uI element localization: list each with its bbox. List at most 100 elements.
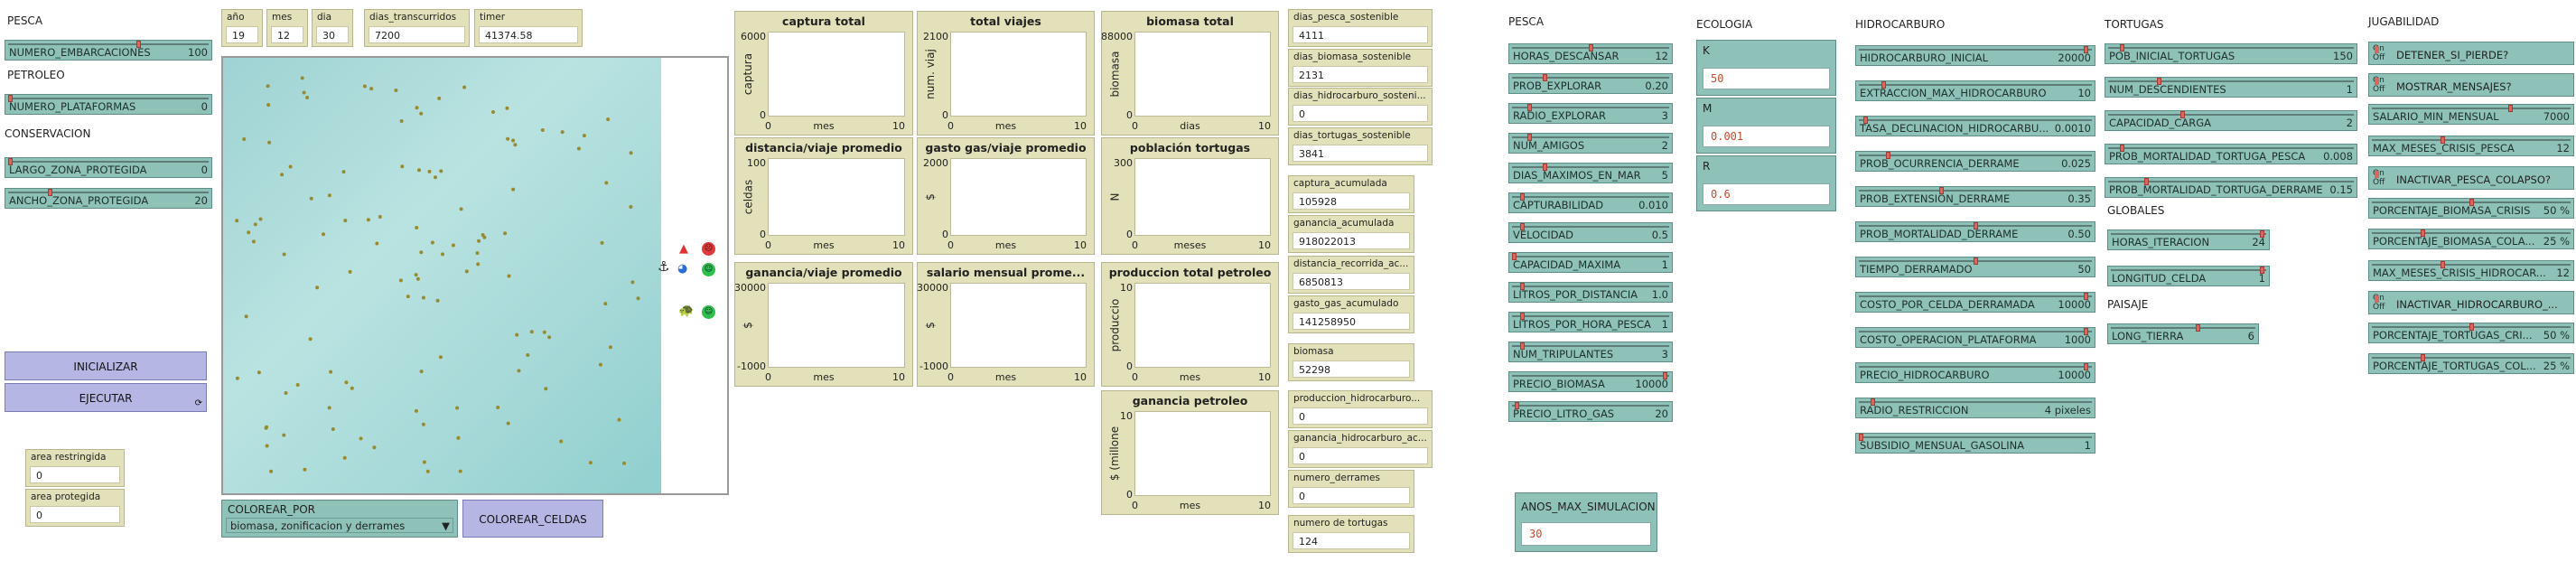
slider-num-tripulantes[interactable]: NUM_TRIPULANTES 3	[1508, 342, 1673, 362]
slider-thumb[interactable]	[1974, 257, 1978, 265]
slider-thumb[interactable]	[2508, 105, 2514, 112]
slider-label: POB_INICIAL_TORTUGAS	[2109, 50, 2235, 62]
slider-capturabilidad[interactable]: CAPTURABILIDAD 0.010	[1508, 192, 1673, 213]
slider-porcentaje-biomasa-cola[interactable]: PORCENTAJE_BIOMASA_COLA... 25 %	[2368, 229, 2574, 249]
slider-largo-zona-protegida[interactable]: LARGO_ZONA_PROTEGIDA 0	[5, 157, 212, 178]
boat-agent	[515, 332, 519, 337]
plot-gasto-gas-viaje-promedio[interactable]: gasto gas/viaje promedio 2000 0 $0 mes 10	[917, 137, 1095, 255]
monitor-value: 52298	[1293, 360, 1410, 378]
slider-value: 25 %	[2543, 360, 2570, 372]
slider-track	[1512, 166, 1669, 168]
input-m[interactable]: M 0.001	[1696, 98, 1836, 154]
plot-title: captura total	[782, 14, 865, 28]
slider-ancho-zona-protegida[interactable]: ANCHO_ZONA_PROTEGIDA 20	[5, 188, 212, 209]
boat-agent	[305, 96, 310, 99]
slider-porcentaje-tortugas-cri[interactable]: PORCENTAJE_TORTUGAS_CRI... 50 %	[2368, 322, 2574, 343]
slider-horas-iteracion[interactable]: HORAS_ITERACION 24	[2107, 229, 2270, 250]
slider-tiempo-derramado[interactable]: TIEMPO_DERRAMADO 50	[1855, 257, 2095, 277]
slider-prob-explorar[interactable]: PROB_EXPLORAR 0.20	[1508, 73, 1673, 94]
switch-knob[interactable]	[2375, 295, 2379, 303]
plot-captura-total[interactable]: captura total 6000 0 captura 0 mes 10	[734, 11, 913, 136]
monitor-label: timer	[480, 12, 506, 23]
slider-litros-por-hora-pesca[interactable]: LITROS_POR_HORA_PESCA 1	[1508, 312, 1673, 332]
slider-capacidad-carga[interactable]: CAPACIDAD_CARGA 2	[2105, 110, 2357, 131]
plot-ganancia-petroleo[interactable]: ganancia petroleo 10 0 $ (millone 0 mes 10	[1101, 390, 1279, 515]
slider-thumb[interactable]	[2195, 324, 2200, 332]
monitor-value: 3841	[1293, 145, 1428, 162]
plot-ganancia-viaje-promedio[interactable]: ganancia/viaje promedio 30000 -1000 $0 mes 10	[734, 262, 913, 387]
section-paisaje: PAISAJE	[2107, 298, 2149, 311]
slider-long-tierra[interactable]: LONG_TIERRA 6	[2107, 323, 2259, 344]
slider-porcentaje-biomasa-crisis[interactable]: PORCENTAJE_BIOMASA_CRISIS 50 %	[2368, 197, 2574, 219]
boat-agent	[600, 240, 604, 245]
input-value[interactable]: 50	[1703, 68, 1830, 89]
slider-max-meses-crisis-hidrocar[interactable]: MAX_MESES_CRISIS_HIDROCAR... 12	[2368, 259, 2574, 281]
slider-extraccion-max-hidrocarburo[interactable]: EXTRACCION_MAX_HIDROCARBURO 10	[1855, 80, 2095, 101]
boat-agent	[322, 232, 325, 237]
switch-knob[interactable]	[2375, 171, 2379, 178]
slider-precio-hidrocarburo[interactable]: PRECIO_HIDROCARBURO 10000	[1855, 362, 2095, 383]
plot-poblaci-n-tortugas[interactable]: población tortugas 300 0 N 0 meses 10	[1101, 137, 1279, 255]
slider-num-amigos[interactable]: NUM_AMIGOS 2	[1508, 133, 1673, 154]
boat-agent	[398, 278, 403, 283]
slider-precio-litro-gas[interactable]: PRECIO_LITRO_GAS 20	[1508, 401, 1673, 422]
slider-longitud-celda[interactable]: LONGITUD_CELDA 1	[2107, 266, 2270, 286]
slider-porcentaje-tortugas-col[interactable]: PORCENTAJE_TORTUGAS_COL... 25 %	[2368, 353, 2574, 374]
slider-capacidad-maxima[interactable]: CAPACIDAD_MAXIMA 1	[1508, 252, 1673, 273]
slider-tasa-declinacion-hidrocarbu[interactable]: TASA_DECLINACION_HIDROCARBU... 0.0010	[1855, 116, 2095, 136]
slider-pob-inicial-tortugas[interactable]: POB_INICIAL_TORTUGAS 150	[2105, 43, 2357, 64]
slider-numero-embarcaciones[interactable]: NUMERO_EMBARCACIONES 100	[5, 40, 212, 61]
slider-numero-plataformas[interactable]: NUMERO_PLATAFORMAS 0	[5, 94, 212, 115]
switch-knob[interactable]	[2375, 77, 2379, 85]
colorear-por-chooser[interactable]: COLOREAR_POR biomasa, zonificacion y der…	[221, 500, 458, 538]
world-view[interactable]: ⚓ ▲ ☹ ◕ ☺ 🐢 ☺	[221, 56, 729, 495]
sad-face-icon: ☹	[702, 242, 715, 256]
slider-radio-restriccion[interactable]: RADIO_RESTRICCION 4 pixeles	[1855, 398, 2095, 418]
slider-num-descendientes[interactable]: NUM_DESCENDIENTES 1	[2105, 77, 2357, 98]
slider-radio-explorar[interactable]: RADIO_EXPLORAR 3	[1508, 103, 1673, 124]
slider-prob-mortalidad-tortuga-pesca[interactable]: PROB_MORTALIDAD_TORTUGA_PESCA 0.008	[2105, 144, 2357, 164]
input-value[interactable]: 0.001	[1703, 126, 1830, 147]
ejecutar-button[interactable]: EJECUTAR ⟳	[5, 383, 207, 412]
slider-value: 12	[2556, 266, 2570, 279]
boat-agent	[576, 146, 581, 151]
slider-salario-min-mensual[interactable]: SALARIO_MIN_MENSUAL 7000	[2368, 104, 2574, 125]
slider-track	[1859, 154, 2092, 156]
colorear-celdas-button[interactable]: COLOREAR_CELDAS	[462, 500, 603, 538]
plot-biomasa-total[interactable]: biomasa total 88000 0 biomasa 0 dias 10	[1101, 11, 1279, 136]
slider-track	[1512, 226, 1669, 228]
slider-prob-mortalidad-tortuga-derrame[interactable]: PROB_MORTALIDAD_TORTUGA_DERRAME 0.15	[2105, 177, 2357, 198]
input-k[interactable]: K 50	[1696, 40, 1836, 96]
boat-agent	[400, 164, 405, 169]
slider-prob-ocurrencia-derrame[interactable]: PROB_OCURRENCIA_DERRAME 0.025	[1855, 151, 2095, 172]
boat-agent	[559, 439, 564, 444]
slider-litros-por-distancia[interactable]: LITROS_POR_DISTANCIA 1.0	[1508, 282, 1673, 303]
plot-total-viajes[interactable]: total viajes 2100 0 num. viaj 0 mes 10	[917, 11, 1095, 136]
inicializar-button[interactable]: INICIALIZAR	[5, 351, 207, 380]
input-value[interactable]: 0.6	[1703, 183, 1830, 205]
slider-max-meses-crisis-pesca[interactable]: MAX_MESES_CRISIS_PESCA 12	[2368, 135, 2574, 156]
slider-prob-mortalidad-derrame[interactable]: PROB_MORTALIDAD_DERRAME 0.50	[1855, 221, 2095, 242]
slider-subsidio-mensual-gasolina[interactable]: SUBSIDIO_MENSUAL_GASOLINA 1	[1855, 433, 2095, 454]
plot-salario-mensual-prome[interactable]: salario mensual prome... 30000 -1000 $0 mes 1…	[917, 262, 1095, 387]
plot-distancia-viaje-promedio[interactable]: distancia/viaje promedio 100 0 celdas 0 mes 10	[734, 137, 913, 255]
chevron-down-icon: ▼	[442, 520, 450, 532]
slider-precio-biomasa[interactable]: PRECIO_BIOMASA 10000	[1508, 371, 1673, 392]
plot-xmax: 10	[1258, 371, 1271, 383]
slider-horas-descansar[interactable]: HORAS_DESCANSAR 12	[1508, 43, 1673, 64]
slider-costo-por-celda-derramada[interactable]: COSTO_POR_CELDA_DERRAMADA 10000	[1855, 292, 2095, 313]
input-r[interactable]: R 0.6	[1696, 155, 1836, 211]
slider-hidrocarburo-inicial[interactable]: HIDROCARBURO_INICIAL 20000	[1855, 45, 2095, 66]
slider-costo-operacion-plataforma[interactable]: COSTO_OPERACION_PLATAFORMA 1000	[1855, 327, 2095, 348]
switch-knob[interactable]	[2375, 46, 2379, 53]
slider-velocidad[interactable]: VELOCIDAD 0.5	[1508, 222, 1673, 243]
switch-inactivar-pesca-colapso[interactable]: OnOffINACTIVAR_PESCA_COLAPSO?	[2368, 166, 2574, 190]
switch-inactivar-hidrocarburo[interactable]: OnOffINACTIVAR_HIDROCARBURO_...	[2368, 291, 2574, 314]
switch-mostrar-mensajes[interactable]: OnOffMOSTRAR_MENSAJES?	[2368, 72, 2574, 97]
boat-agent	[464, 269, 469, 274]
anos-max-simulacion-input[interactable]: ANOS_MAX_SIMULACION 30	[1515, 492, 1657, 552]
slider-dias-maximos-en-mar[interactable]: DIAS_MAXIMOS_EN_MAR 5	[1508, 163, 1673, 183]
switch-detener-si-pierde[interactable]: OnOffDETENER_SI_PIERDE?	[2368, 42, 2574, 65]
slider-prob-extension-derrame[interactable]: PROB_EXTENSION_DERRAME 0.35	[1855, 186, 2095, 207]
plot-produccion-total-petroleo[interactable]: produccion total petroleo 10 0 produccio 0 me…	[1101, 262, 1279, 387]
